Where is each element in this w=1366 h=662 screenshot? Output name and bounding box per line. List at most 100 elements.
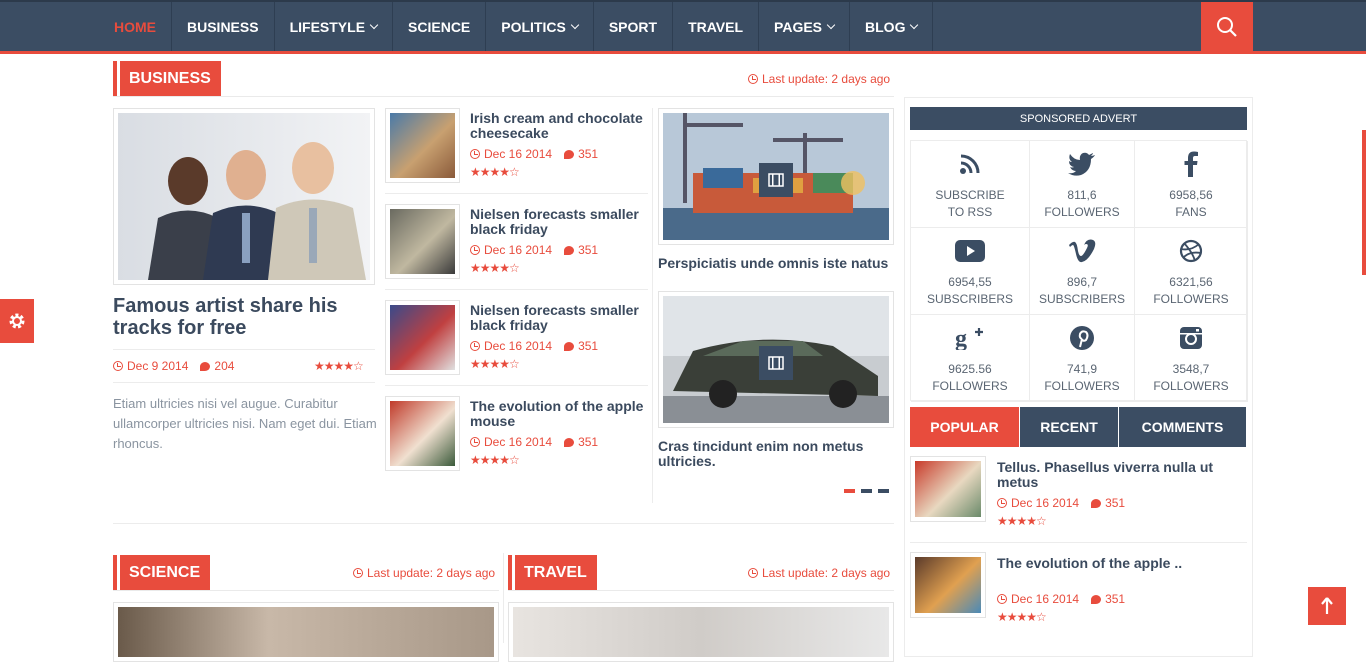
sidebar-tabs: POPULAR RECENT COMMENTS (910, 407, 1247, 447)
last-update: Last update: 2 days ago (748, 72, 890, 86)
search-button[interactable] (1201, 2, 1253, 51)
popular-thumbnail[interactable] (910, 552, 986, 618)
popular-thumbnail[interactable] (910, 456, 986, 522)
featured-title[interactable]: Famous artist share his tracks for free (113, 295, 383, 339)
social-counter-dribbble[interactable]: 6321,56 FOLLOWERS (1135, 228, 1248, 315)
slider-dot[interactable] (878, 489, 889, 493)
divider (113, 382, 375, 383)
science-image[interactable] (113, 602, 499, 662)
list-item-thumbnail[interactable] (385, 300, 460, 375)
list-item-title[interactable]: The evolution of the apple mouse (470, 399, 652, 429)
svg-text:g: g (955, 326, 967, 350)
section-divider (508, 590, 894, 591)
film-icon (768, 173, 784, 187)
back-to-top-button[interactable] (1308, 587, 1346, 625)
comment-icon (564, 341, 575, 351)
social-count: 811,6 (1067, 188, 1097, 202)
instagram-icon (1179, 323, 1203, 353)
video-icon[interactable] (759, 346, 793, 380)
divider (113, 523, 894, 524)
list-item-image (390, 209, 455, 274)
tab-comments[interactable]: COMMENTS (1119, 407, 1247, 447)
nav-item-blog[interactable]: BLOG (850, 2, 934, 51)
main-navigation: HOME BUSINESS LIFESTYLE SCIENCE POLITICS SPOR… (0, 0, 1366, 54)
slider-pagination (844, 489, 889, 493)
list-item-thumbnail[interactable] (385, 108, 460, 183)
list-item-title[interactable]: Nielsen forecasts smaller black friday (470, 303, 652, 333)
list-item-meta: Dec 16 2014 351 (470, 339, 598, 353)
social-counter-rss[interactable]: SUBSCRIBE TO RSS (911, 141, 1030, 228)
section-divider (113, 96, 894, 97)
popular-title[interactable]: The evolution of the apple .. (997, 556, 1242, 571)
social-count: 6954,55 (948, 275, 992, 289)
tab-popular[interactable]: POPULAR (910, 407, 1020, 447)
scrollbar-thumb[interactable] (1362, 130, 1366, 275)
column-divider (503, 553, 504, 643)
list-item-rating: ★★★★☆ (470, 453, 520, 467)
list-item-title[interactable]: Nielsen forecasts smaller black friday (470, 207, 652, 237)
social-counter-google-plus[interactable]: g 9625.56 FOLLOWERS (911, 315, 1030, 402)
comment-icon (564, 437, 575, 447)
popular-title[interactable]: Tellus. Phasellus viverra nulla ut metus (997, 460, 1242, 490)
vimeo-icon (1068, 236, 1096, 266)
social-counter-instagram[interactable]: 3548,7 FOLLOWERS (1135, 315, 1248, 402)
social-counter-vimeo[interactable]: 896,7 SUBSCRIBERS (1030, 228, 1135, 315)
social-label: FOLLOWERS (1153, 292, 1229, 306)
social-counter-pinterest[interactable]: 741,9 FOLLOWERS (1030, 315, 1135, 402)
nav-item-pages[interactable]: PAGES (759, 2, 851, 51)
comment-icon (1091, 498, 1102, 508)
section-title-business[interactable]: BUSINESS (113, 61, 221, 96)
social-label: SUBSCRIBERS (926, 292, 1014, 306)
list-item-image (390, 305, 455, 370)
clock-icon (748, 74, 758, 84)
nav-item-science[interactable]: SCIENCE (393, 2, 487, 51)
search-icon (1217, 16, 1237, 37)
social-count: 3548,7 (1172, 362, 1210, 376)
featured-meta: Dec 9 2014 204 (113, 359, 234, 373)
clock-icon (353, 568, 363, 578)
youtube-icon (955, 236, 985, 266)
clock-icon (113, 361, 123, 371)
slider-dot[interactable] (844, 489, 855, 493)
slider-dot[interactable] (861, 489, 872, 493)
nav-item-label: SPORT (608, 18, 658, 35)
social-counter-twitter[interactable]: 811,6 FOLLOWERS (1030, 141, 1135, 228)
social-label: FOLLOWERS (1044, 205, 1120, 219)
list-item-thumbnail[interactable] (385, 204, 460, 279)
social-count: 9625.56 (948, 362, 992, 376)
nav-item-politics[interactable]: POLITICS (486, 2, 594, 51)
video-title-1[interactable]: Perspiciatis unde omnis iste natus (658, 256, 894, 271)
social-count: 6958,56 (1169, 188, 1213, 202)
popular-rating: ★★★★☆ (997, 514, 1047, 528)
popular-image (915, 461, 981, 517)
section-title-science[interactable]: SCIENCE (113, 555, 211, 590)
featured-image[interactable] (113, 108, 375, 285)
gear-icon (9, 313, 25, 329)
section-title-travel[interactable]: TRAVEL (508, 555, 597, 590)
nav-item-lifestyle[interactable]: LIFESTYLE (275, 2, 394, 51)
film-icon (768, 356, 784, 370)
social-label: FOLLOWERS (1153, 379, 1229, 393)
travel-image[interactable] (508, 602, 894, 662)
list-item-title[interactable]: Irish cream and chocolate cheesecake (470, 111, 652, 141)
business-people-image (118, 113, 370, 280)
divider (385, 385, 648, 386)
nav-item-business[interactable]: BUSINESS (172, 2, 275, 51)
list-item-rating: ★★★★☆ (470, 357, 520, 371)
tab-recent[interactable]: RECENT (1020, 407, 1119, 447)
nav-item-label: TRAVEL (688, 18, 744, 35)
video-icon[interactable] (759, 163, 793, 197)
last-update: Last update: 2 days ago (748, 566, 890, 580)
nav-item-travel[interactable]: TRAVEL (673, 2, 760, 51)
social-counter-facebook[interactable]: 6958,56 FANS (1135, 141, 1248, 228)
settings-button[interactable] (0, 299, 34, 343)
nav-item-sport[interactable]: SPORT (594, 2, 674, 51)
list-item-image (390, 401, 455, 466)
travel-photo (513, 607, 889, 657)
video-title-2[interactable]: Cras tincidunt enim non metus ultricies. (658, 439, 894, 469)
nav-item-home[interactable]: HOME (99, 2, 172, 51)
list-item-meta: Dec 16 2014 351 (470, 147, 598, 161)
divider (910, 542, 1247, 543)
list-item-thumbnail[interactable] (385, 396, 460, 471)
social-counter-youtube[interactable]: 6954,55 SUBSCRIBERS (911, 228, 1030, 315)
